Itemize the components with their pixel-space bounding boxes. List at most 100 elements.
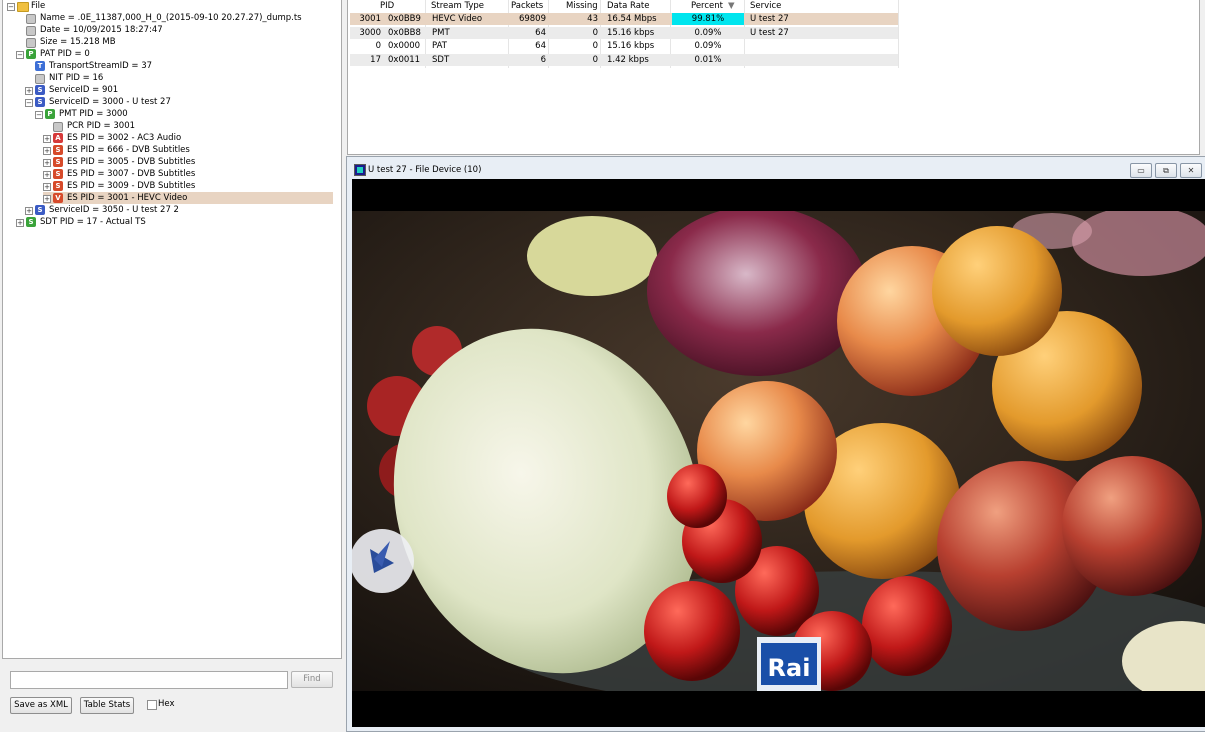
cell-pid-dec: 3000 <box>359 27 381 38</box>
collapse-icon[interactable]: − <box>7 3 15 11</box>
expand-icon[interactable]: + <box>43 135 51 143</box>
stream-s-icon: S <box>35 85 45 95</box>
tree-node-label: File <box>31 1 46 11</box>
stream-p-icon: P <box>26 49 36 59</box>
hex-checkbox[interactable] <box>147 700 157 710</box>
cell-rate: 15.16 kbps <box>607 41 655 51</box>
app-icon <box>354 164 366 176</box>
tree-node-label: ES PID = 3007 - DVB Subtitles <box>67 169 196 179</box>
cell-pid-hex: 0x0BB8 <box>388 27 421 38</box>
col-header-packets[interactable]: Packets <box>511 1 543 12</box>
table-row[interactable]: 3001 0x0BB9 HEVC Video 69809 43 16.54 Mbps 99.… <box>350 13 898 25</box>
cell-pid-hex: 0x0011 <box>388 54 421 65</box>
doc-icon <box>26 38 36 48</box>
save-as-xml-button[interactable]: Save as XML <box>10 697 72 714</box>
tree-node-label: NIT PID = 16 <box>49 73 104 83</box>
expand-icon[interactable]: + <box>16 219 24 227</box>
collapse-icon[interactable]: − <box>25 99 33 107</box>
expand-icon[interactable]: + <box>43 159 51 167</box>
doc-icon <box>26 14 36 24</box>
expand-icon[interactable]: + <box>43 183 51 191</box>
stream-tree[interactable]: − File Name = .0E_11387,000_H_0_(2015-09-1… <box>2 0 342 659</box>
svg-text:Rai: Rai <box>768 654 811 682</box>
cell-type: PMT <box>432 27 450 38</box>
tree-node-label: TransportStreamID = 37 <box>49 61 153 71</box>
cell-percent: 0.09% <box>694 27 722 38</box>
sort-desc-icon: ▼ <box>728 1 735 11</box>
cell-rate: 1.42 kbps <box>607 54 649 65</box>
cell-percent: 0.09% <box>694 41 722 51</box>
cell-rate: 15.16 kbps <box>607 27 655 38</box>
close-button[interactable]: ✕ <box>1180 163 1202 178</box>
cell-missing: 0 <box>592 41 598 51</box>
tree-node-label: ES PID = 3009 - DVB Subtitles <box>67 181 196 191</box>
hex-label: Hex <box>158 699 175 709</box>
cell-missing: 0 <box>592 54 598 65</box>
expand-icon[interactable]: + <box>25 87 33 95</box>
cell-packets: 64 <box>535 27 546 38</box>
tree-node-label: PCR PID = 3001 <box>67 121 136 131</box>
find-button[interactable]: Find <box>291 671 333 688</box>
cell-type: SDT <box>432 54 450 65</box>
stream-a-icon: A <box>53 133 63 143</box>
cell-type: PAT <box>432 41 447 51</box>
expand-icon[interactable]: + <box>43 147 51 155</box>
collapse-icon[interactable]: − <box>35 111 43 119</box>
tree-node-label: SDT PID = 17 - Actual TS <box>40 217 146 227</box>
col-header-pid[interactable]: PID <box>380 1 394 12</box>
stream-stats-table: PID Stream Type Packets Missing Data Rat… <box>347 0 1200 155</box>
cell-percent: 99.81% <box>672 13 744 25</box>
tree-node[interactable]: + V ES PID = 3001 - HEVC Video <box>43 192 333 204</box>
tree-node-label: ES PID = 3001 - HEVC Video <box>67 193 188 203</box>
cell-rate: 16.54 Mbps <box>607 14 657 24</box>
table-row[interactable]: 17 0x0011 SDT 6 0 1.42 kbps 0.01% <box>350 53 898 66</box>
cell-pid-dec: 0 <box>375 41 381 51</box>
tree-node-label: Size = 15.218 MB <box>40 37 116 47</box>
col-header-percent[interactable]: Percent <box>691 1 723 12</box>
cell-pid-hex: 0x0BB9 <box>388 14 421 24</box>
table-row[interactable]: 0 0x0000 PAT 64 0 15.16 kbps 0.09% <box>350 40 898 52</box>
stream-v-icon: V <box>53 193 63 203</box>
cell-missing: 43 <box>587 14 598 24</box>
doc-icon <box>35 74 45 84</box>
stream-t-icon: T <box>35 61 45 71</box>
cell-service <box>750 54 890 66</box>
stream-sr-icon: S <box>53 145 63 155</box>
expand-icon[interactable]: + <box>43 195 51 203</box>
cell-packets: 64 <box>535 41 546 51</box>
tree-node-label: Date = 10/09/2015 18:27:47 <box>40 25 163 35</box>
tree-node-label: ServiceID = 3050 - U test 27 2 <box>49 205 179 215</box>
tree-node-label: Name = .0E_11387,000_H_0_(2015-09-10 20.… <box>40 13 302 23</box>
cell-service: U test 27 <box>750 27 789 38</box>
cell-packets: 6 <box>540 54 546 65</box>
table-stats-button[interactable]: Table Stats <box>80 697 134 714</box>
tree-node-label: ES PID = 666 - DVB Subtitles <box>67 145 190 155</box>
cell-missing: 0 <box>592 27 598 38</box>
expand-icon[interactable]: + <box>25 207 33 215</box>
expand-icon[interactable]: + <box>43 171 51 179</box>
tree-node-label: PAT PID = 0 <box>40 49 90 59</box>
cell-service <box>750 40 890 52</box>
doc-icon <box>26 26 36 36</box>
col-header-missing[interactable]: Missing <box>566 1 598 12</box>
col-header-service[interactable]: Service <box>750 1 781 12</box>
col-header-stream-type[interactable]: Stream Type <box>431 1 484 12</box>
search-input[interactable] <box>10 671 288 689</box>
stream-sr-icon: S <box>53 181 63 191</box>
tree-node-label: ES PID = 3002 - AC3 Audio <box>67 133 182 143</box>
stream-s-icon: S <box>35 97 45 107</box>
folder-icon <box>17 2 29 12</box>
table-row[interactable]: 3000 0x0BB8 PMT 64 0 15.16 kbps 0.09% U test 27 <box>350 26 898 39</box>
cell-percent: 0.01% <box>694 54 722 65</box>
stream-s-icon: S <box>35 205 45 215</box>
cell-pid-dec: 17 <box>370 54 381 65</box>
minimize-button[interactable]: ▭ <box>1130 163 1152 178</box>
video-frame: Rai <box>352 179 1205 727</box>
video-window[interactable]: U test 27 - File Device (10) ▭ ⧉ ✕ Rai <box>346 156 1205 732</box>
cell-pid-dec: 3001 <box>359 14 381 24</box>
col-header-data-rate[interactable]: Data Rate <box>607 1 650 12</box>
cell-pid-hex: 0x0000 <box>388 41 421 51</box>
restore-button[interactable]: ⧉ <box>1155 163 1177 178</box>
tree-node-label: ES PID = 3005 - DVB Subtitles <box>67 157 196 167</box>
collapse-icon[interactable]: − <box>16 51 24 59</box>
